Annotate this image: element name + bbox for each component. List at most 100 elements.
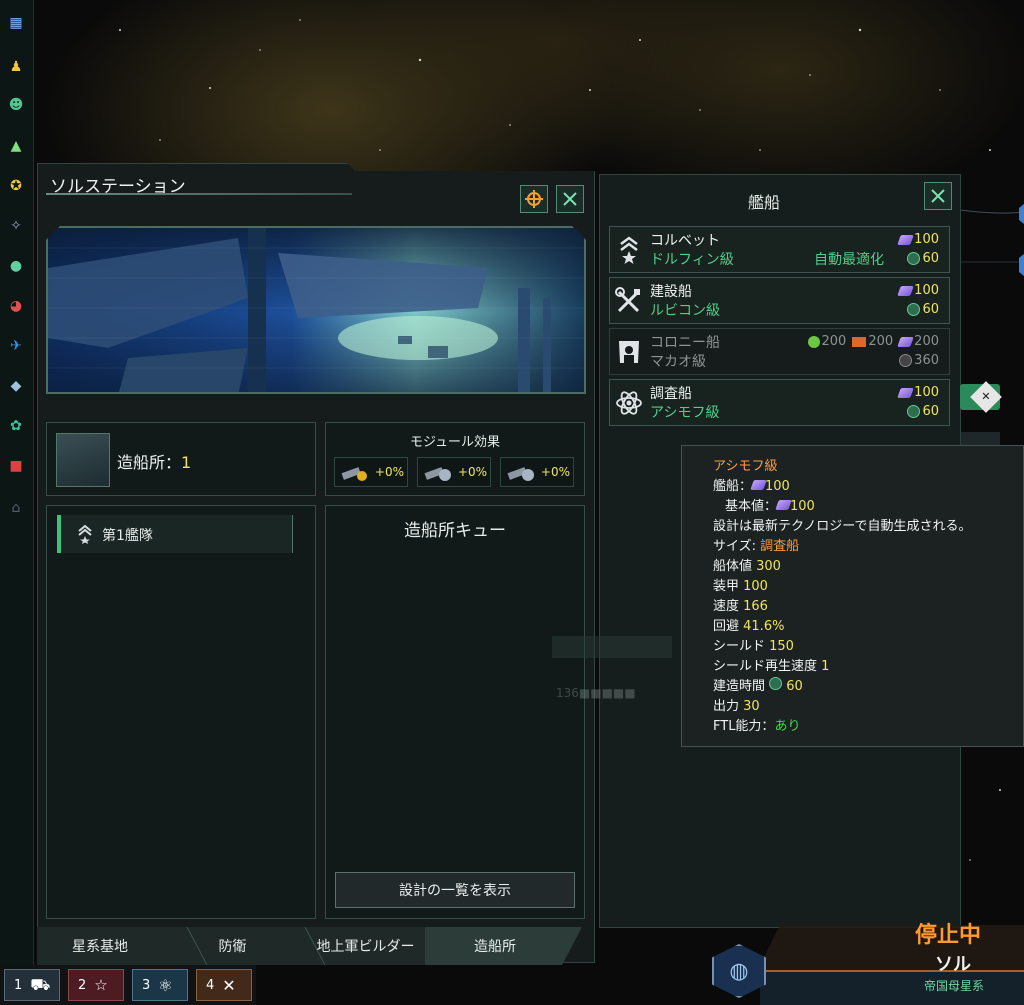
starbase-banner-image [46, 226, 586, 394]
tab-defense[interactable]: 防衛 [180, 927, 285, 965]
build-time-value: 360 [914, 353, 939, 368]
tab-army-builder[interactable]: 地上軍ビルダー [308, 927, 423, 965]
hotkey-number: 3 [142, 977, 151, 993]
corvette-icon [614, 235, 644, 265]
tooltip-shield-regen: シールド再生速度 1 [713, 655, 829, 674]
auto-optimize-label: 自動最適化 [814, 252, 884, 268]
paused-indicator[interactable]: 停止中 [915, 917, 981, 949]
construction-icon: ✕ [222, 975, 236, 995]
close-icon [931, 189, 945, 203]
tab-starbase[interactable]: 星系基地 [45, 927, 155, 965]
tooltip-build-label: 建造時間 [713, 679, 770, 694]
ships-close-button[interactable] [924, 182, 952, 210]
market-icon[interactable]: ■ [5, 455, 27, 477]
colony-icon [614, 337, 644, 367]
fleet-hotkey-4[interactable]: 4 ✕ [196, 969, 252, 1001]
shipyard-module-image [56, 433, 110, 487]
ship-card-corvette[interactable]: コルベット ドルフィン級 自動最適化 100 60 [609, 226, 950, 273]
fleet-hotkey-3[interactable]: 3 ⚛ [132, 969, 188, 1001]
situations-icon[interactable]: ✧ [5, 215, 27, 237]
food-icon [807, 335, 820, 348]
colony-ship-icon: ⛟ [30, 974, 51, 994]
alloys-icon [897, 234, 914, 245]
ship-name: コロニー船 [650, 335, 720, 351]
food-cost-value: 200 [821, 334, 847, 349]
alloys-icon [897, 387, 914, 398]
ship-card-construction[interactable]: 建設船 ルビコン級 100 60 [609, 277, 950, 324]
tooltip-shield-label: シールド [713, 639, 770, 654]
traditions-icon[interactable]: ✪ [5, 175, 27, 197]
tooltip-ftl-label: FTL能力： [713, 719, 775, 734]
hotkey-number: 2 [78, 977, 87, 993]
map-marker-icon[interactable] [1019, 204, 1024, 224]
tooltip-speed: 速度 166 [713, 595, 768, 614]
fleet-rank-icon [77, 524, 93, 548]
queue-title: 造船所キュー [404, 521, 506, 541]
sectors-icon[interactable]: ● [5, 255, 27, 277]
fleet-hotkey-1[interactable]: 1 ⛟ [4, 969, 60, 1001]
fleets-icon[interactable]: ✈ [5, 335, 27, 357]
shipyard-queue [325, 505, 585, 919]
resources-icon[interactable]: ✿ [5, 415, 27, 437]
ship-card-colony[interactable]: コロニー船 マカオ級 200 200 200 360 [609, 328, 950, 375]
clock-icon [907, 303, 921, 316]
species-icon[interactable]: ☻ [5, 94, 27, 116]
leaders-icon[interactable]: ♟ [5, 56, 27, 78]
alloy-cost: 100 [897, 232, 939, 247]
clock-icon [907, 252, 921, 265]
module-effect-1[interactable]: +0% [334, 457, 408, 487]
tooltip-base-cost: 基本値： 100 [725, 495, 815, 514]
relics-icon[interactable]: ⌂ [5, 497, 27, 519]
selected-indicator [57, 515, 61, 553]
science-icon: ⚛ [158, 975, 173, 995]
focus-camera-button[interactable] [520, 185, 548, 213]
tooltip-power-value: 30 [743, 699, 760, 714]
fleet-list-item[interactable]: 第1艦隊 [57, 515, 293, 553]
tooltip-build-time: 建造時間 60 [713, 675, 803, 694]
module-effect-3[interactable]: +0% [500, 457, 574, 487]
ship-card-science[interactable]: 調査船 アシモフ級 100 60 [609, 379, 950, 426]
alloy-cost: 100 [897, 385, 939, 400]
tooltip-hull-label: 船体値 [713, 559, 757, 574]
crosshair-icon [525, 190, 543, 208]
build-time: 360 [899, 353, 939, 368]
ship-class: マカオ級 [650, 354, 706, 370]
fleet-name: 第1艦隊 [102, 528, 153, 544]
tooltip-hull-value: 300 [756, 559, 781, 574]
tooltip-cost-value: 100 [765, 479, 790, 494]
consumer-goods-icon [852, 336, 867, 347]
ship-class: アシモフ級 [650, 405, 720, 421]
build-time-value: 60 [922, 404, 939, 419]
tech-icon[interactable]: ▦ [5, 12, 27, 34]
ship-name: 建設船 [650, 284, 692, 300]
ship-class: ドルフィン級 [650, 252, 734, 268]
cannon-gauge-icon [423, 462, 453, 482]
tooltip-shield-value: 150 [769, 639, 794, 654]
colony-cost: 200 200 200 [807, 334, 939, 349]
capital-system-name[interactable]: ソル [935, 950, 971, 976]
alloy-cost-value: 100 [914, 232, 939, 247]
module-effects-title: モジュール効果 [409, 435, 501, 450]
status-panel [760, 925, 1024, 1005]
tab-shipyard[interactable]: 造船所 [430, 927, 560, 965]
corvette-icon: ☆ [94, 976, 108, 994]
planets-icon[interactable]: ▲ [5, 135, 27, 157]
module-effect-2[interactable]: +0% [417, 457, 491, 487]
tooltip-base-value: 100 [790, 499, 815, 514]
show-designs-button[interactable]: 設計の一覧を表示 [335, 872, 575, 908]
hotkey-number: 4 [206, 977, 215, 993]
tooltip-cost-label: 艦船： [713, 479, 753, 494]
armies-icon[interactable]: ◆ [5, 375, 27, 397]
clock-icon [769, 677, 783, 690]
policies-icon[interactable]: ◕ [5, 295, 27, 317]
alloys-icon [897, 285, 914, 296]
close-button[interactable] [556, 185, 584, 213]
alloy-cost-value: 100 [914, 385, 939, 400]
clock-icon [907, 405, 921, 418]
tooltip-evasion-value: 41.6% [743, 619, 785, 634]
close-icon [563, 192, 577, 206]
alloy-cost: 100 [897, 283, 939, 298]
ship-name: コルベット [650, 233, 720, 249]
fleet-hotkey-2[interactable]: 2 ☆ [68, 969, 124, 1001]
map-marker-icon[interactable] [1019, 254, 1024, 276]
